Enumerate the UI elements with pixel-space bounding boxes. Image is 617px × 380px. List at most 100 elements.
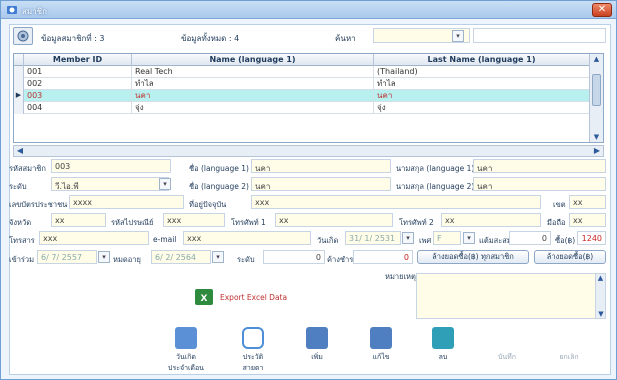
postcode-field[interactable]: xxx [163,213,225,227]
email-field[interactable]: xxx [183,231,311,245]
name2-label: ชื่อ (language 2) [189,182,249,191]
lastname2-label: นามสกุล (language 2) [396,182,475,191]
join-date-picker[interactable]: 6/ 7/ 2557 [37,250,97,264]
cancel-icon [558,327,580,349]
name1-field[interactable]: นคา [251,159,391,173]
scroll-up-icon[interactable]: ▲ [596,274,605,282]
expire-date-picker[interactable]: 6/ 2/ 2564 [151,250,211,264]
search-input[interactable] [473,28,606,43]
birthday-label: วันเกิด [317,236,339,245]
birthday-month-button[interactable]: วันเกิด ประจำเดือน [166,327,206,374]
address-field[interactable]: xxx [251,195,541,209]
chevron-down-icon[interactable]: ▾ [212,251,224,263]
export-excel-button[interactable]: X Export Excel Data [194,287,320,309]
clear-purchases-button[interactable]: ล้างยอดซื้อ(฿) [534,250,606,264]
join-label: เข้าร่วม [9,255,35,264]
eye-history-button[interactable]: ประวัติสายตา [233,327,273,374]
scroll-down-icon[interactable]: ▼ [591,132,602,142]
member-code-label: รหัสสมาชิก [9,164,46,173]
member-grid[interactable]: Member ID Name (language 1) Last Name (l… [13,53,604,143]
excel-icon: X [195,289,213,305]
chevron-down-icon[interactable]: ▾ [452,30,464,42]
province-field[interactable]: xx [51,213,106,227]
row-pointer-icon: ▶ [14,90,24,102]
edit-button[interactable]: แก้ไข [361,327,401,363]
fax-field[interactable]: xxx [39,231,149,245]
search-label: ค้นหา [335,34,356,43]
sex-combo[interactable]: F [433,231,461,245]
mobile-field[interactable]: xx [569,213,606,227]
level-label: ระดับ [9,182,27,191]
window-title: สมาชิก [22,7,47,16]
phone2-label: โทรศัพท์ 2 [399,218,434,227]
scroll-up-icon[interactable]: ▲ [591,54,602,64]
phone1-label: โทรศัพท์ 1 [231,218,266,227]
scroll-left-icon[interactable]: ◀ [14,146,26,156]
idcard-field[interactable]: xxxx [69,195,184,209]
discount-label: ระดับ [237,255,255,264]
birthday-picker[interactable]: 31/ 1/ 2531 [345,231,401,245]
export-excel-label: Export Excel Data [220,293,288,302]
add-icon [306,327,328,349]
fax-label: โทรสาร [9,236,35,245]
edit-icon [370,327,392,349]
name2-field[interactable]: นคา [251,177,391,191]
lastname1-field[interactable]: นคา [473,159,606,173]
table-row-selected[interactable]: ▶ 003 นคา นคา [14,90,590,102]
table-row[interactable]: 004 จุ่ง จุ่ง [14,102,590,114]
scroll-right-icon[interactable]: ▶ [591,146,603,156]
zip-field[interactable]: xx [569,195,606,209]
name1-label: ชื่อ (language 1) [189,164,249,173]
buy-label: ซื้อ(฿) [555,236,576,245]
lastname2-field[interactable]: นคา [473,177,606,191]
member-count-label: ข้อมูลสมาชิกที่ : 3 [41,34,105,43]
grid-vertical-scrollbar[interactable]: ▲ ▼ [589,54,603,142]
chevron-down-icon[interactable]: ▾ [98,251,110,263]
zip-label: เขต [553,200,566,209]
app-icon [7,6,17,14]
address-label: ที่อยู่ปัจจุบัน [189,200,227,209]
table-row[interactable]: 001 Real Tech (Thailand) [14,66,590,78]
grid-horizontal-scrollbar[interactable]: ◀ ▶ [13,145,604,157]
close-button[interactable]: ✕ [592,3,612,17]
buy-field[interactable]: 1240 [577,231,606,245]
camera-icon [17,30,29,42]
table-row[interactable]: 002 ทำไล ทำไล [14,78,590,90]
add-button[interactable]: เพิ่ม [297,327,337,363]
scroll-down-icon[interactable]: ▼ [596,310,606,318]
chevron-down-icon[interactable]: ▾ [402,232,414,244]
discount-field[interactable]: 0 [263,250,325,264]
chevron-down-icon[interactable]: ▾ [463,232,475,244]
column-last-name[interactable]: Last Name (language 1) [374,54,590,66]
clear-all-purchases-button[interactable]: ล้างยอดซื้อ(฿) ทุกสมาชิก [417,250,529,264]
save-button[interactable]: บันทึก [487,327,527,363]
expire-label: หมดอายุ [113,255,141,264]
mobile-label: มือถือ [547,218,566,227]
note-textarea[interactable]: ▲ ▼ [416,273,606,319]
idcard-label: เลขบัตรประชาชน [9,200,68,209]
phone2-field[interactable]: xx [441,213,541,227]
scroll-thumb[interactable] [592,74,601,106]
phone1-field[interactable]: xx [275,213,393,227]
glasses-icon [242,327,264,349]
member-code-field[interactable]: 003 [51,159,171,173]
grid-header: Member ID Name (language 1) Last Name (l… [14,54,590,66]
level-combo[interactable]: วี.ไอ.พี [51,177,169,191]
sex-label: เพศ [419,236,432,245]
cancel-button[interactable]: ยกเลิก [549,327,589,363]
lastname1-label: นามสกุล (language 1) [396,164,475,173]
postcode-label: รหัสไปรษณีย์ [111,218,154,227]
delete-button[interactable]: ลบ [423,327,463,363]
column-name[interactable]: Name (language 1) [132,54,374,66]
chevron-down-icon[interactable]: ▾ [159,178,171,190]
points-field[interactable]: 0 [509,231,551,245]
note-label: หมายเหตุ [385,272,416,281]
refresh-button[interactable] [13,27,33,45]
province-label: จังหวัด [9,218,32,227]
title-bar: สมาชิก ✕ [1,1,616,19]
note-scrollbar[interactable]: ▲ ▼ [595,274,605,318]
email-label: e-mail [153,235,177,244]
column-member-id[interactable]: Member ID [24,54,132,66]
owed-field[interactable]: 0 [353,250,413,264]
points-label: แต้มสะสม [479,236,512,245]
